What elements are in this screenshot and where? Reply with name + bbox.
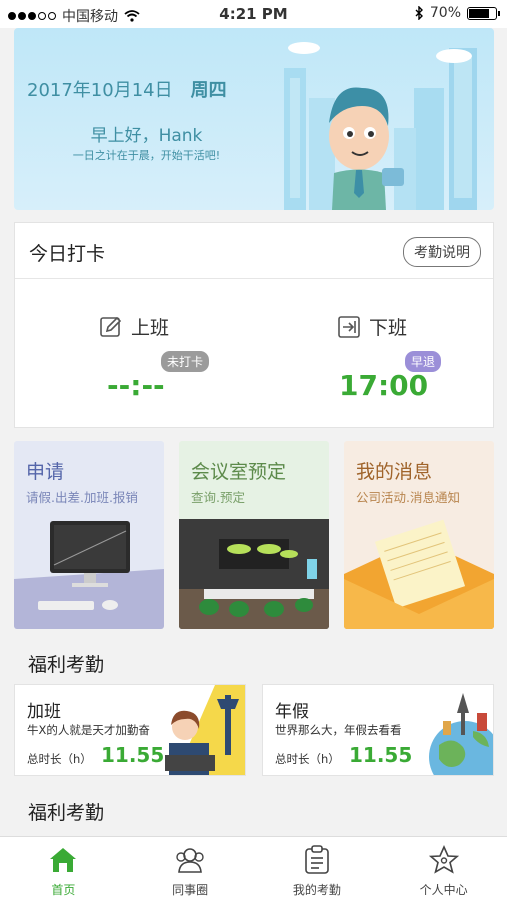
sign-out-icon — [338, 315, 360, 338]
punch-card: 今日打卡 考勤说明 上班 未打卡 --:-- 下班 早退 17:00 — [14, 222, 494, 428]
banner-illustration — [284, 42, 477, 210]
on-duty-label: 上班 — [131, 317, 170, 339]
overtime-illustration — [165, 685, 245, 775]
meeting-room-tile[interactable]: 会议室预定 查询.预定 — [179, 441, 329, 629]
apply-tile[interactable]: 申请 请假.出差.加班.报销 — [14, 441, 164, 629]
tab-profile[interactable]: 个人中心 — [380, 837, 507, 900]
attendance-icon — [305, 845, 329, 874]
tab-profile-label: 个人中心 — [419, 883, 468, 897]
annual-leave-hours-label: 总时长（h） — [275, 752, 340, 766]
my-messages-tile-title: 我的消息 — [356, 461, 433, 483]
my-messages-tile-subtitle: 公司活动.消息通知 — [356, 490, 460, 505]
overtime-card[interactable]: 加班 牛X的人就是天才加勤奋 总时长（h） 11.55 — [14, 684, 246, 776]
home-icon — [50, 848, 77, 872]
annual-leave-card[interactable]: 年假 世界那么大，年假去看看 总时长（h） 11.55 — [262, 684, 494, 776]
punch-title: 今日打卡 — [29, 243, 106, 265]
overtime-title: 加班 — [27, 702, 61, 722]
annual-leave-desc: 世界那么大，年假去看看 — [275, 723, 402, 737]
tab-attendance-label: 我的考勤 — [292, 883, 341, 897]
tab-colleagues-label: 同事圈 — [172, 883, 209, 897]
envelope-illustration — [344, 519, 494, 629]
tab-colleagues[interactable]: 同事圈 — [127, 837, 254, 900]
apply-tile-title: 申请 — [26, 461, 65, 483]
on-duty-time: --:-- — [107, 369, 165, 402]
tab-home-label: 首页 — [51, 883, 76, 897]
banner-weekday: 周四 — [190, 80, 227, 101]
computer-desk-illustration — [14, 521, 164, 629]
apply-tile-subtitle: 请假.出差.加班.报销 — [26, 490, 138, 505]
banner-date: 2017年10月14日 — [27, 80, 173, 101]
meeting-room-tile-subtitle: 查询.预定 — [191, 490, 245, 505]
banner-subtitle: 一日之计在于晨，开始干活吧! — [72, 149, 221, 162]
my-messages-tile[interactable]: 我的消息 公司活动.消息通知 — [344, 441, 494, 629]
welfare-section-title: 福利考勤 — [28, 654, 105, 676]
greeting-banner: 2017年10月14日 周四 早上好，Hank 一日之计在于晨，开始干活吧! — [14, 28, 494, 210]
annual-leave-hours-value: 11.55 — [349, 743, 413, 767]
annual-leave-title: 年假 — [275, 702, 309, 722]
meeting-room-tile-title: 会议室预定 — [191, 461, 287, 483]
banner-greeting: 早上好，Hank — [90, 126, 203, 146]
star-icon — [428, 845, 459, 874]
off-duty-punch[interactable]: 下班 早退 17:00 — [255, 279, 495, 427]
attendance-explain-button[interactable]: 考勤说明 — [403, 237, 481, 267]
tab-attendance[interactable]: 我的考勤 — [254, 837, 381, 900]
on-duty-punch[interactable]: 上班 未打卡 --:-- — [15, 279, 255, 427]
battery-icon — [467, 6, 500, 20]
edit-icon — [100, 316, 122, 337]
colleagues-icon — [176, 848, 204, 873]
tab-home[interactable]: 首页 — [0, 837, 127, 900]
welfare-section-title-2: 福利考勤 — [28, 802, 105, 824]
not-punched-badge: 未打卡 — [161, 351, 210, 372]
off-duty-time: 17:00 — [339, 369, 429, 402]
status-bar: 中国移动 4:21 PM 70% — [0, 0, 507, 28]
bluetooth-icon — [415, 6, 423, 20]
off-duty-label: 下班 — [369, 317, 408, 339]
meeting-room-illustration — [179, 519, 329, 629]
overtime-hours-label: 总时长（h） — [27, 752, 92, 766]
overtime-hours-value: 11.55 — [101, 743, 165, 767]
bottom-tab-bar: 首页 同事圈 我的考勤 个人中心 — [0, 836, 507, 900]
overtime-desc: 牛X的人就是天才加勤奋 — [27, 723, 150, 737]
world-travel-illustration — [429, 693, 493, 775]
battery-percent: 70% — [429, 5, 461, 21]
